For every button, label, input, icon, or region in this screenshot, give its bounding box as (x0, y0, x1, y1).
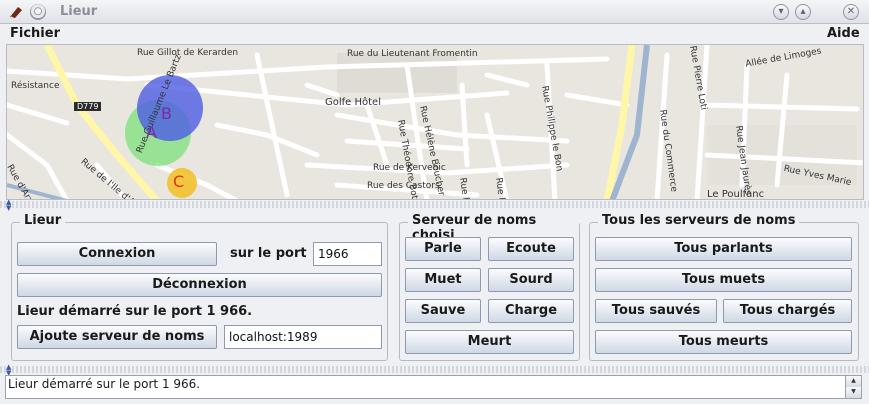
lieur-group-title: Lieur (20, 213, 66, 228)
close-icon[interactable]: ✕ (843, 4, 859, 20)
port-label: sur le port (230, 246, 307, 261)
maximize-icon[interactable]: ▴ (795, 4, 811, 20)
marker-b-label[interactable]: B (161, 104, 172, 123)
all-mute-button[interactable]: Tous muets (595, 268, 852, 292)
place-label: Le Poulfanc (707, 189, 765, 200)
hotel-label: Golfe Hôtel (325, 97, 381, 108)
map-view[interactable]: Rue Gillot de Kerarden Rue du Lieutenant… (6, 44, 864, 200)
marker-c-label[interactable]: C (173, 172, 184, 191)
window-title: Lieur (60, 4, 98, 19)
mute-button[interactable]: Muet (405, 268, 481, 292)
all-talk-button[interactable]: Tous parlants (595, 237, 852, 261)
log-text: Lieur démarré sur le port 1 966. (8, 377, 201, 391)
scroll-down-icon[interactable]: ▼ (845, 387, 861, 398)
talk-button[interactable]: Parle (405, 237, 481, 261)
scroll-up-icon[interactable]: ▲ (845, 376, 861, 387)
street-label: Résistance (11, 81, 60, 91)
title-bar: Lieur ▾ ▴ ✕ (0, 0, 869, 24)
lieur-status-text: Lieur démarré sur le port 1 966. (17, 304, 253, 319)
kill-button[interactable]: Meurt (405, 330, 574, 354)
street-label: Rue du Lieutenant Fromentin (347, 49, 478, 59)
log-splitter[interactable]: ▲ ▼ (0, 364, 869, 377)
add-name-server-button[interactable]: Ajoute serveur de noms (17, 325, 217, 349)
save-button[interactable]: Sauve (405, 299, 481, 323)
app-icon (10, 7, 22, 19)
road-number-label: D779 (74, 102, 102, 111)
street-label: Rue Gillot de Kerarden (137, 48, 239, 58)
disconnect-button[interactable]: Déconnexion (17, 273, 382, 297)
load-button[interactable]: Charge (488, 299, 574, 323)
menu-help[interactable]: Aide (827, 26, 860, 41)
street-label: Rue des Castors (367, 181, 440, 191)
splitter-arrows-icon[interactable]: ▲ ▼ (6, 199, 11, 212)
menu-file[interactable]: Fichier (10, 26, 60, 41)
port-input[interactable] (313, 242, 382, 266)
connect-button[interactable]: Connexion (17, 242, 217, 266)
listen-button[interactable]: Ecoute (488, 237, 574, 261)
map-splitter[interactable]: ▲ ▼ (0, 199, 869, 212)
deaf-button[interactable]: Sourd (488, 268, 574, 292)
window-menu-icon[interactable] (30, 4, 46, 20)
street-label: Rue de Kervenic (373, 163, 446, 173)
all-dead-button[interactable]: Tous meurts (595, 330, 852, 354)
menu-bar: Fichier Aide (0, 24, 869, 44)
minimize-icon[interactable]: ▾ (773, 4, 789, 20)
name-server-input[interactable] (224, 325, 382, 349)
all-servers-group-title: Tous les serveurs de noms (598, 213, 800, 228)
log-area[interactable]: Lieur démarré sur le port 1 966. ▲ ▼ (5, 375, 862, 399)
marker-a-label[interactable]: A (146, 123, 157, 142)
all-loaded-button[interactable]: Tous chargés (723, 299, 852, 323)
all-saved-button[interactable]: Tous sauvés (595, 299, 717, 323)
